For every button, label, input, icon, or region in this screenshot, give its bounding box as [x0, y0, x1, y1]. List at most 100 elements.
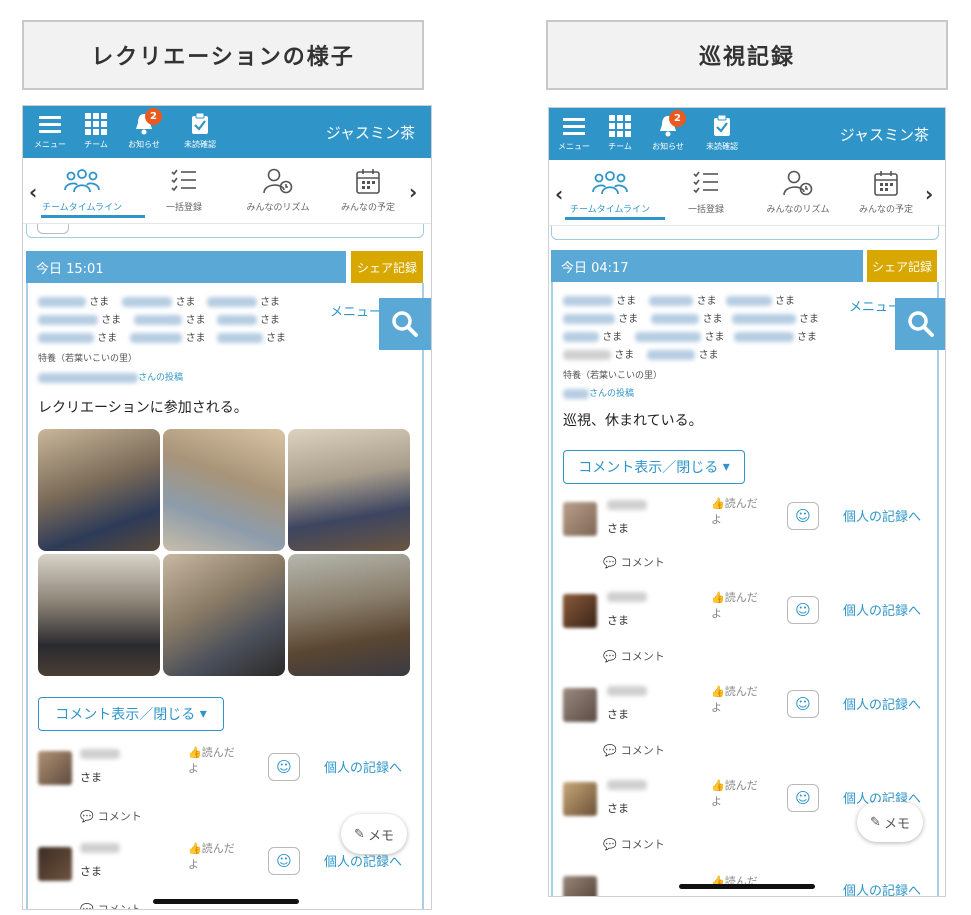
- read-label-2: よ: [188, 762, 199, 775]
- sama-text: さま: [259, 297, 280, 308]
- comment-link[interactable]: 💬 コメント: [80, 901, 142, 910]
- reaction-button[interactable]: ☺: [268, 753, 300, 781]
- menu-label: メニュー: [34, 140, 66, 149]
- photo-thumbnail[interactable]: [288, 429, 410, 551]
- avatar: [563, 594, 597, 628]
- sama-text: さま: [602, 332, 623, 343]
- resident-name-blurred: [607, 592, 647, 602]
- reaction-button[interactable]: ☺: [268, 847, 300, 875]
- hamburger-icon: [39, 116, 61, 133]
- thumbs-up-icon: 👍: [711, 779, 725, 792]
- memo-button[interactable]: ✎ メモ: [341, 814, 407, 854]
- photo-thumbnail[interactable]: [38, 554, 160, 676]
- post-date-bar: 今日 15:01: [26, 251, 346, 283]
- speech-bubble-icon: 💬: [80, 902, 94, 910]
- comment-toggle-button[interactable]: コメント表示／閉じる ▾: [563, 450, 745, 484]
- comment-link[interactable]: 💬 コメント: [603, 554, 665, 570]
- caret-down-icon: ▾: [199, 706, 207, 722]
- app-title: ジャスミン茶: [839, 126, 929, 144]
- personal-record-link[interactable]: 個人の記録へ: [843, 506, 921, 525]
- read-button[interactable]: 👍読んだよ: [188, 841, 235, 873]
- photo-thumbnail[interactable]: [163, 429, 285, 551]
- sama-text: さま: [89, 297, 110, 308]
- comment-label: コメント: [97, 903, 142, 910]
- sama-text: さま: [101, 315, 122, 326]
- reaction-button[interactable]: ☺: [787, 596, 819, 624]
- chevron-left-icon[interactable]: ‹: [555, 182, 563, 206]
- read-label-2: よ: [711, 701, 722, 714]
- personal-record-link[interactable]: 個人の記録へ: [843, 600, 921, 619]
- reaction-button[interactable]: ☺: [787, 502, 819, 530]
- comment-link[interactable]: 💬 コメント: [603, 836, 665, 852]
- personal-record-link[interactable]: 個人の記録へ: [324, 757, 402, 776]
- personal-record-link[interactable]: 個人の記録へ: [843, 694, 921, 713]
- menu-button[interactable]: メニュー: [551, 114, 597, 152]
- sama-text: さま: [259, 315, 280, 326]
- tab-bulk[interactable]: 一括登録: [139, 166, 229, 213]
- resident-sama: さま: [607, 522, 629, 535]
- person-clock-icon: [783, 170, 813, 196]
- tab-rhythm[interactable]: みんなのリズム: [753, 168, 843, 215]
- menu-label: メニュー: [558, 142, 590, 151]
- share-record-button[interactable]: シェア記録: [867, 250, 937, 282]
- memo-button[interactable]: ✎ メモ: [857, 802, 923, 842]
- team-button[interactable]: チーム: [73, 112, 119, 150]
- photo-thumbnail[interactable]: [38, 429, 160, 551]
- team-button[interactable]: チーム: [597, 114, 643, 152]
- read-button[interactable]: 👍読んだよ: [711, 590, 758, 622]
- tab-bulk[interactable]: 一括登録: [661, 168, 751, 215]
- search-button[interactable]: [379, 298, 431, 350]
- tab-rhythm-label: みんなのリズム: [246, 203, 310, 213]
- chevron-right-icon[interactable]: ›: [925, 182, 933, 206]
- resident-name-blurred: [607, 500, 647, 510]
- thumbs-up-icon: 👍: [711, 591, 725, 604]
- read-button[interactable]: 👍読んだよ: [711, 684, 758, 716]
- team-label: チーム: [84, 140, 108, 149]
- notice-button[interactable]: 2 お知らせ: [645, 110, 691, 152]
- chevron-right-icon[interactable]: ›: [409, 180, 417, 204]
- comment-link[interactable]: 💬 コメント: [603, 742, 665, 758]
- facility-name: 特養（若葉いこいの里）: [563, 371, 663, 381]
- sama-text: さま: [185, 315, 206, 326]
- facility-name: 特養（若葉いこいの里）: [38, 354, 138, 364]
- comment-toggle-button[interactable]: コメント表示／閉じる ▾: [38, 697, 224, 731]
- tab-schedule[interactable]: みんなの予定: [323, 166, 413, 213]
- tab-schedule-label: みんなの予定: [340, 203, 395, 213]
- personal-record-link[interactable]: 個人の記録へ: [843, 880, 921, 896]
- unread-label: 未読確認: [706, 142, 738, 151]
- resident-names-row: さま さま: [563, 346, 719, 361]
- menu-button[interactable]: メニュー: [27, 112, 73, 150]
- photo-thumbnail[interactable]: [163, 554, 285, 676]
- comment-link[interactable]: 💬 コメント: [603, 648, 665, 664]
- tab-rhythm[interactable]: みんなのリズム: [233, 166, 323, 213]
- comment-link[interactable]: 💬 コメント: [80, 808, 142, 824]
- reaction-button[interactable]: ☺: [787, 690, 819, 718]
- resident-name-blurred: [607, 686, 647, 696]
- share-record-button[interactable]: シェア記録: [351, 251, 423, 283]
- notice-label: お知らせ: [128, 140, 160, 149]
- unread-button[interactable]: 未読確認: [177, 112, 223, 150]
- notice-button[interactable]: 2 お知らせ: [121, 108, 167, 150]
- photo-thumbnail[interactable]: [288, 554, 410, 676]
- search-button[interactable]: [895, 298, 945, 350]
- tab-timeline[interactable]: チームタイムライン: [37, 166, 127, 213]
- read-label: 読んだ: [724, 497, 758, 510]
- resident-name-blurred: [80, 843, 120, 853]
- read-button[interactable]: 👍読んだよ: [711, 496, 758, 528]
- chevron-left-icon[interactable]: ‹: [29, 180, 37, 204]
- read-button[interactable]: 👍読んだよ: [188, 745, 235, 777]
- grid-icon: [609, 115, 631, 137]
- unread-button[interactable]: 未読確認: [699, 114, 745, 152]
- read-label: 読んだ: [724, 685, 758, 698]
- resident-names-row: さま さま さま: [38, 311, 280, 326]
- comment-toggle-label: コメント表示／閉じる: [578, 460, 719, 476]
- sama-text: さま: [698, 350, 719, 361]
- reaction-button[interactable]: ☺: [787, 784, 819, 812]
- hamburger-icon: [563, 118, 585, 135]
- right-phone-screen: メニュー チーム 2 お知らせ 未読確認 ジャスミン茶 ‹ チームタイムライン …: [548, 107, 946, 897]
- tab-schedule[interactable]: みんなの予定: [841, 168, 931, 215]
- tab-timeline[interactable]: チームタイムライン: [565, 168, 655, 215]
- poster-suffix: さんの投稿: [138, 373, 184, 383]
- read-button[interactable]: 👍読んだよ: [711, 778, 758, 810]
- speech-bubble-icon: 💬: [80, 809, 94, 823]
